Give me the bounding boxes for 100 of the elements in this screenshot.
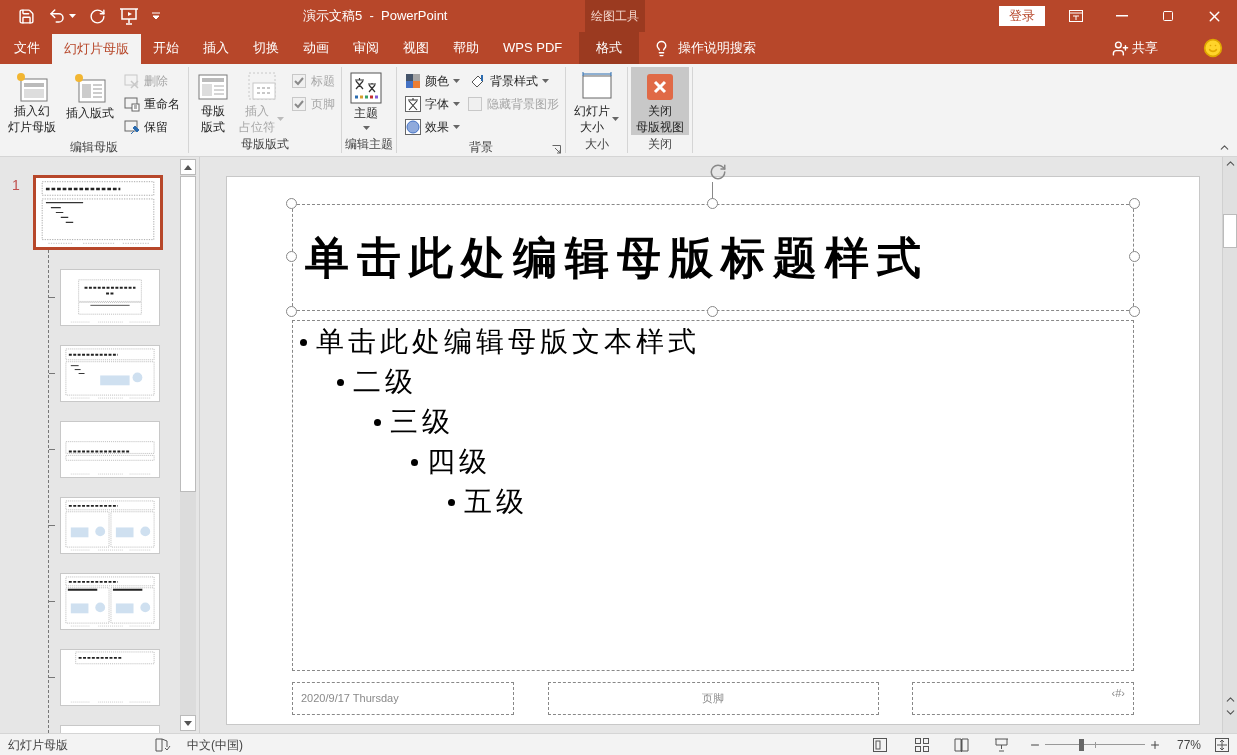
maximize-icon [1162, 10, 1174, 22]
ribbon-small-button[interactable]: 颜色 [403, 69, 462, 92]
share-button[interactable]: 共享 [1112, 32, 1158, 64]
footer-text: 页脚 [702, 691, 724, 707]
group-label: 关闭 [648, 136, 672, 153]
save-icon[interactable] [18, 7, 35, 25]
slide-thumbnail[interactable] [60, 497, 160, 554]
ribbon-large-button[interactable]: 幻灯片 大小 [569, 67, 624, 135]
slide-thumbnail[interactable] [60, 421, 160, 478]
body-placeholder[interactable]: 单击此处编辑母版文本样式 二级 三级 四级 五级 [292, 320, 1134, 671]
color-squares-icon [405, 72, 421, 89]
resize-handle[interactable] [1129, 251, 1140, 262]
delete-layout-icon [124, 72, 140, 89]
slide-title: 单击此处编辑母版标题样式 [305, 230, 929, 285]
font-icon [405, 95, 421, 112]
resize-handle[interactable] [286, 306, 297, 317]
scroll-thumb[interactable] [180, 176, 196, 492]
ribbon-small-button[interactable]: 保留 [122, 115, 182, 138]
ribbon-tab[interactable]: 审阅 [341, 32, 391, 64]
check-icon [294, 75, 304, 86]
sign-in-button[interactable]: 登录 [999, 6, 1045, 26]
slide-scrollbar[interactable] [1222, 157, 1237, 733]
rotate-handle-icon[interactable] [708, 162, 728, 182]
resize-handle[interactable] [286, 251, 297, 262]
book-check-icon[interactable] [155, 737, 171, 752]
zoom-thumb[interactable] [1078, 738, 1084, 751]
layout-sparkle-icon [73, 72, 107, 104]
zoom-in-icon[interactable] [1148, 738, 1161, 751]
ribbon-small-button[interactable]: 字体 [403, 92, 462, 115]
slideshow-icon[interactable] [993, 737, 1009, 752]
slide-thumbnail[interactable] [60, 649, 160, 706]
resize-handle[interactable] [707, 198, 718, 209]
ribbon-small-button[interactable]: 背景样式 [468, 69, 559, 92]
resize-handle[interactable] [707, 306, 718, 317]
fit-to-window-icon[interactable] [1215, 737, 1229, 752]
bullet-icon [337, 378, 344, 386]
body-text: 五级 [464, 485, 528, 519]
undo-icon[interactable] [48, 7, 66, 25]
ribbon-tab[interactable]: 插入 [191, 32, 241, 64]
slide-number-field: ‹#› [1111, 685, 1125, 702]
footer-date: 2020/9/17 Thursday [301, 691, 399, 707]
slide-thumbnail[interactable] [60, 573, 160, 630]
group-label: 母版版式 [241, 136, 289, 153]
check-icon [294, 98, 304, 109]
ribbon-tab[interactable]: 幻灯片母版 [52, 34, 141, 64]
date-placeholder[interactable]: 2020/9/17 Thursday [292, 682, 514, 715]
group-label: 大小 [584, 136, 609, 153]
number-placeholder[interactable]: ‹#› [912, 682, 1134, 715]
ribbon-tab[interactable]: WPS PDF [491, 32, 575, 64]
slide-thumbnail[interactable] [60, 269, 160, 326]
slide-number: 1 [11, 176, 21, 195]
normal-view-icon[interactable] [872, 737, 887, 752]
scroll-up-icon[interactable] [184, 164, 192, 170]
body-text: 单击此处编辑母版文本样式 [316, 325, 700, 359]
slide-thumbnail[interactable] [33, 175, 163, 250]
resize-handle[interactable] [286, 198, 297, 209]
slide-sparkle-icon [15, 71, 49, 103]
ribbon-large-button[interactable]: 插入幻 灯片母版 [3, 67, 61, 135]
resize-handle[interactable] [1129, 198, 1140, 209]
ribbon-tab[interactable]: 开始 [141, 32, 191, 64]
minimize-icon [1116, 15, 1128, 17]
ribbon-tab[interactable]: 文件 [2, 32, 52, 64]
dialog-launcher-icon[interactable] [552, 145, 561, 154]
thumbnail-scrollbar[interactable] [180, 159, 196, 731]
ribbon-small-button[interactable]: 效果 [403, 115, 462, 138]
ribbon-tab[interactable]: 切换 [241, 32, 291, 64]
ribbon-large-button[interactable]: 关闭 母版视图 [631, 67, 689, 135]
zoom-slider[interactable] [1044, 737, 1145, 752]
group-label: 背景 [469, 139, 493, 156]
ribbon-small-button[interactable]: 重命名 [122, 92, 182, 115]
ribbon-large-button[interactable]: 母版 版式 [192, 67, 234, 135]
person-add-icon [1112, 39, 1129, 57]
slide-thumbnail[interactable] [60, 345, 160, 402]
bullet-icon [411, 458, 418, 466]
ribbon-tab[interactable]: 格式 [579, 32, 640, 64]
effects-circle-icon [405, 118, 421, 135]
zoom-percent[interactable]: 77% [1176, 735, 1201, 754]
ribbon-tab[interactable]: 帮助 [441, 32, 491, 64]
ribbon-large-button[interactable]: 插入版式 [61, 67, 119, 135]
tell-me-search[interactable]: 操作说明搜索 [678, 38, 757, 58]
bullet-icon [374, 418, 381, 426]
language-label[interactable]: 中文(中国) [187, 735, 243, 754]
scroll-down-icon[interactable] [184, 720, 192, 726]
body-text: 三级 [390, 405, 454, 439]
reading-view-icon[interactable] [953, 737, 969, 752]
rename-icon [124, 95, 140, 112]
resize-handle[interactable] [1129, 306, 1140, 317]
presentation-icon[interactable] [119, 7, 139, 25]
ribbon-display-icon [1069, 10, 1083, 22]
customize-icon[interactable] [152, 12, 160, 20]
grid-view-icon[interactable] [914, 737, 929, 752]
smiley-icon[interactable] [1203, 38, 1223, 58]
pin-icon [124, 118, 140, 135]
footer-placeholder[interactable]: 页脚 [547, 682, 879, 715]
scroll-thumb[interactable] [1223, 214, 1237, 248]
ribbon-tab[interactable]: 动画 [291, 32, 341, 64]
ribbon-tab[interactable]: 视图 [391, 32, 441, 64]
redo-icon[interactable] [89, 7, 106, 25]
group-label: 编辑主题 [345, 136, 393, 153]
ribbon-large-button[interactable]: 主题 [345, 67, 387, 135]
